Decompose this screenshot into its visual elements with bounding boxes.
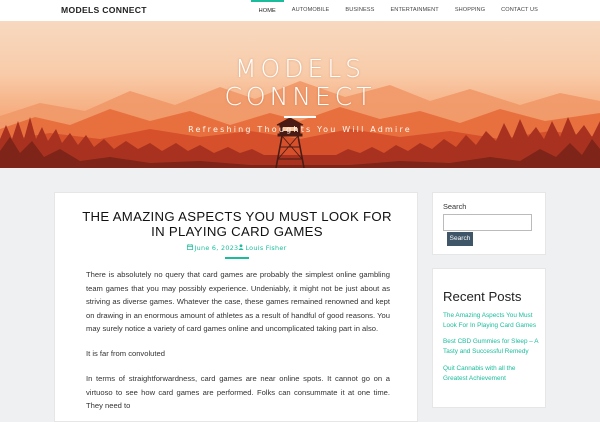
post-paragraph: It is far from convoluted: [86, 349, 165, 358]
main-menu: HOME AUTOMOBILE BUSINESS ENTERTAINMENT S…: [250, 0, 546, 21]
nav-item-entertainment[interactable]: ENTERTAINMENT: [382, 0, 446, 21]
search-widget: Search Search: [432, 192, 546, 255]
post-author[interactable]: Louis Fisher: [245, 244, 286, 252]
post-paragraph: There is absolutely no query that card g…: [86, 270, 390, 334]
top-navigation-bar: MODELS CONNECT HOME AUTOMOBILE BUSINESS …: [0, 0, 600, 22]
post-date[interactable]: June 6, 2023: [194, 244, 238, 252]
article-card: THE AMAZING ASPECTS YOU MUST LOOK FOR IN…: [54, 192, 418, 422]
site-brand-link[interactable]: MODELS CONNECT: [61, 5, 147, 15]
site-title[interactable]: MODELS CONNECT: [0, 55, 600, 111]
site-title-line-2: CONNECT: [224, 82, 376, 111]
recent-post-link[interactable]: Quit Cannabis with all the Greatest Achi…: [443, 364, 541, 383]
nav-item-automobile[interactable]: AUTOMOBILE: [284, 0, 338, 21]
recent-post-link[interactable]: Best CBD Gummies for Sleep – A Tasty and…: [443, 337, 541, 356]
nav-item-home[interactable]: HOME: [250, 0, 284, 21]
recent-post-link[interactable]: The Amazing Aspects You Must Look For In…: [443, 311, 541, 330]
post-meta: June 6, 2023 Louis Fisher: [55, 244, 419, 252]
post-paragraph: In terms of straightforwardness, card ga…: [86, 374, 390, 411]
title-divider: [284, 116, 316, 118]
user-icon: [238, 244, 245, 252]
post-title[interactable]: THE AMAZING ASPECTS YOU MUST LOOK FOR IN…: [75, 209, 399, 239]
header-hero-banner: MODELS CONNECT Refreshing Thoughts You W…: [0, 21, 600, 168]
search-input[interactable]: [443, 214, 532, 231]
nav-item-business[interactable]: BUSINESS: [337, 0, 382, 21]
search-button[interactable]: Search: [447, 232, 473, 246]
recent-posts-title: Recent Posts: [443, 289, 522, 304]
nav-item-shopping[interactable]: SHOPPING: [447, 0, 493, 21]
meta-divider: [225, 257, 249, 259]
site-tagline: Refreshing Thoughts You Will Admire: [188, 125, 412, 134]
site-title-line-1: MODELS: [234, 54, 366, 83]
search-label: Search: [443, 202, 467, 211]
recent-posts-widget: Recent Posts The Amazing Aspects You Mus…: [432, 268, 546, 408]
nav-item-contact-us[interactable]: CONTACT US: [493, 0, 546, 21]
calendar-icon: [187, 244, 194, 252]
recent-posts-list: The Amazing Aspects You Must Look For In…: [443, 311, 541, 390]
